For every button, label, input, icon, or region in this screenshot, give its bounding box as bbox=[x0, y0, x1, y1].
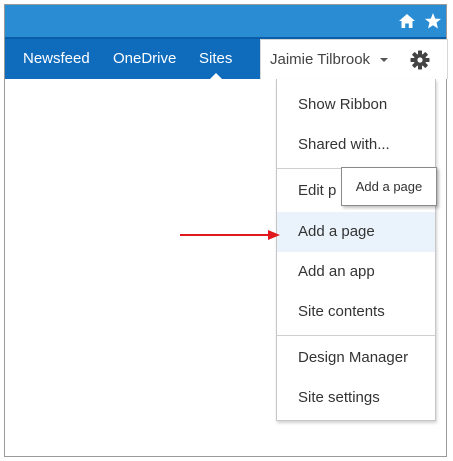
user-name-dropdown[interactable]: Jaimie Tilbrook bbox=[270, 40, 370, 80]
nav-link-newsfeed[interactable]: Newsfeed bbox=[23, 39, 90, 79]
menu-item-site-contents[interactable]: Site contents bbox=[277, 292, 435, 332]
menu-item-design-manager[interactable]: Design Manager bbox=[277, 338, 435, 378]
red-arrow-annotation bbox=[180, 230, 280, 240]
top-bar bbox=[5, 5, 446, 39]
star-icon[interactable] bbox=[423, 11, 443, 31]
menu-item-site-settings[interactable]: Site settings bbox=[277, 378, 435, 418]
user-menu-header: Jaimie Tilbrook bbox=[260, 39, 448, 79]
sharepoint-window: Newsfeed OneDrive Sites Jaimie Tilbrook bbox=[4, 4, 448, 457]
tooltip: Add a page bbox=[341, 167, 437, 206]
gear-icon[interactable] bbox=[409, 49, 431, 71]
caret-down-icon[interactable] bbox=[380, 58, 388, 62]
menu-item-add-an-app[interactable]: Add an app bbox=[277, 252, 435, 292]
menu-item-add-a-page[interactable]: Add a page bbox=[277, 212, 435, 252]
nav-link-onedrive[interactable]: OneDrive bbox=[113, 39, 176, 79]
menu-divider bbox=[277, 335, 435, 336]
settings-menu: Show Ribbon Shared with... Edit p Add a … bbox=[276, 79, 436, 421]
home-icon[interactable] bbox=[397, 11, 417, 31]
suite-bar: Newsfeed OneDrive Sites Jaimie Tilbrook bbox=[5, 39, 448, 79]
nav-link-sites[interactable]: Sites bbox=[199, 39, 232, 79]
menu-item-shared-with[interactable]: Shared with... bbox=[277, 125, 435, 165]
menu-item-show-ribbon[interactable]: Show Ribbon bbox=[277, 85, 435, 125]
